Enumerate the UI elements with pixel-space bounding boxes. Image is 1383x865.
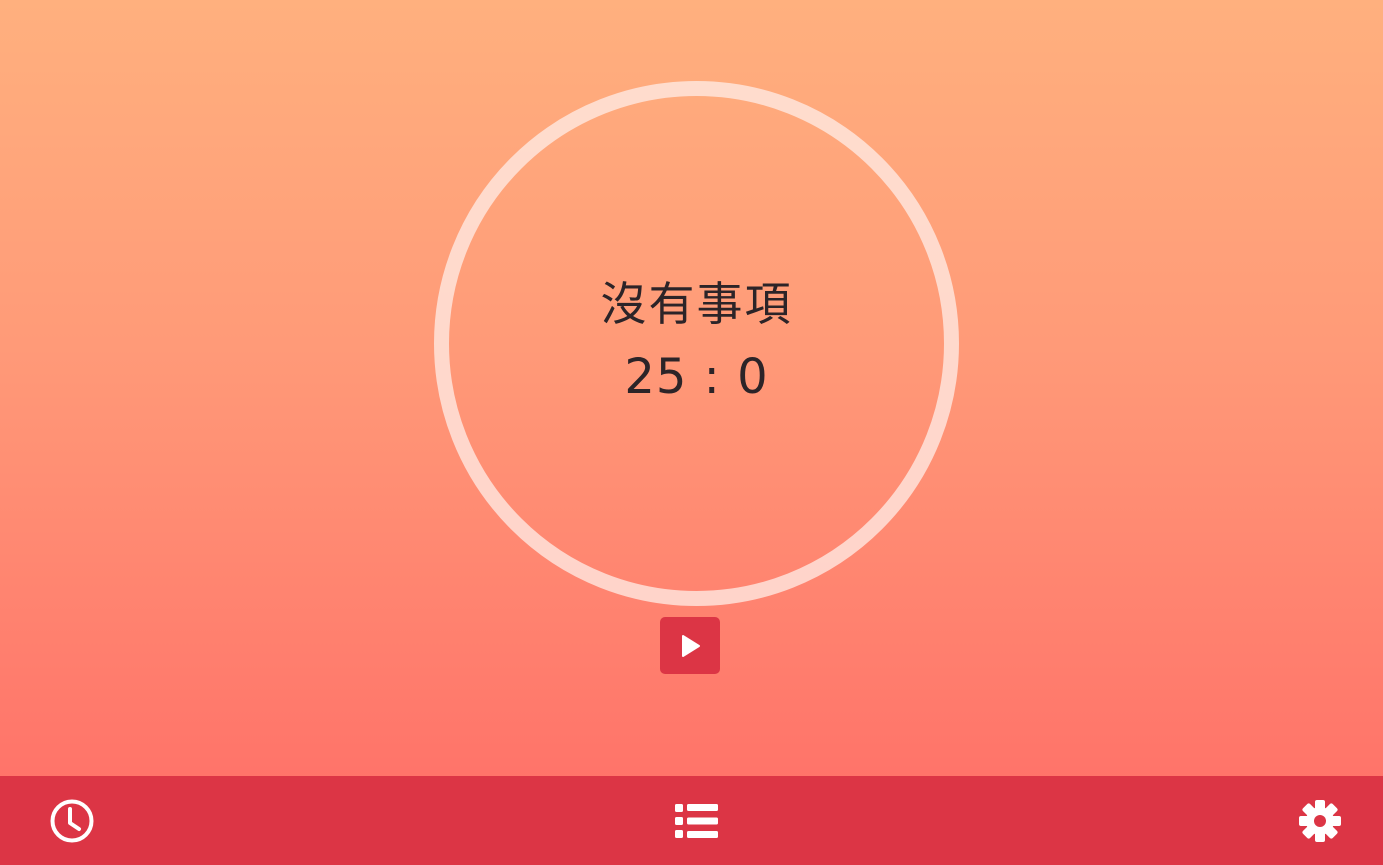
task-name: 沒有事項 [600,277,793,331]
gear-icon [1299,800,1341,842]
play-button[interactable] [660,617,720,674]
history-button[interactable] [47,796,97,846]
settings-button[interactable] [1295,796,1345,846]
task-list-button[interactable] [671,796,721,846]
timer-progress-ring [434,81,959,606]
bottom-nav-bar [0,776,1383,865]
pomodoro-app: 沒有事項 25 : 0 [0,0,1383,865]
play-icon [682,634,700,657]
time-display: 25 : 0 [624,349,769,405]
clock-icon [50,799,94,843]
list-icon [675,804,718,838]
